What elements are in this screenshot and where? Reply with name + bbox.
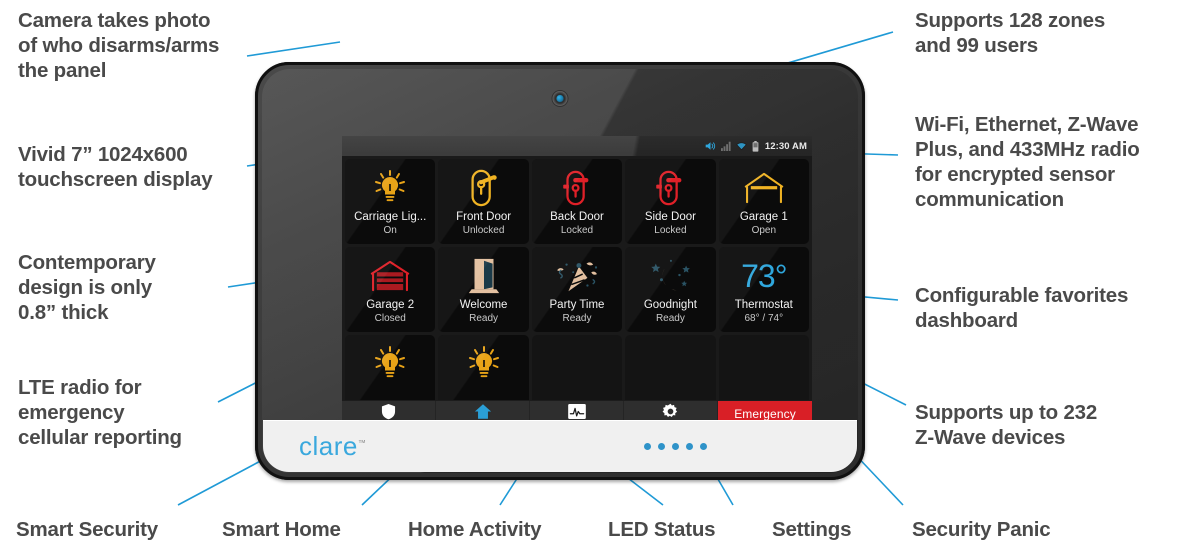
led-dot — [700, 442, 707, 450]
crescent-moon-icon — [648, 255, 692, 297]
tile-back-door[interactable]: Back Door Locked — [531, 159, 623, 244]
callout-smart-home: Smart Home — [222, 518, 341, 541]
party-popper-icon — [555, 255, 599, 297]
callout-settings: Settings — [772, 518, 852, 541]
tile-state: Locked — [654, 224, 687, 236]
lock-locked-icon — [654, 167, 686, 209]
callout-radios: Wi-Fi, Ethernet, Z-Wave Plus, and 433MHz… — [915, 113, 1140, 211]
tile-label: Side Door — [644, 210, 696, 223]
tile-state: Closed — [374, 312, 406, 324]
tile-label: Front Door — [456, 210, 512, 223]
tile-carriage-light[interactable]: Carriage Lig... On — [345, 159, 436, 244]
tile-label: Carriage Lig... — [354, 210, 427, 223]
callout-smart-security: Smart Security — [16, 518, 158, 541]
tile-welcome[interactable]: Welcome Ready — [438, 247, 529, 332]
infographic-stage: Camera takes photo of who disarms/arms t… — [0, 0, 1200, 560]
led-dot — [644, 442, 651, 450]
tile-state: Open — [751, 224, 777, 236]
garage-closed-icon — [369, 255, 411, 297]
callout-design: Contemporary design is only 0.8” thick — [18, 251, 156, 324]
callout-zwave-devices: Supports up to 232 Z-Wave devices — [915, 401, 1098, 449]
tile-label: Back Door — [550, 210, 604, 223]
camera-icon — [552, 91, 568, 106]
favorites-dashboard-grid: Carriage Lig... On Front Door Unlocked B… — [342, 156, 812, 423]
wifi-icon — [735, 141, 747, 151]
tile-label: Garage 2 — [366, 298, 415, 311]
callout-security-panic: Security Panic — [912, 518, 1051, 541]
callout-home-activity: Home Activity — [408, 518, 542, 541]
tile-state: 68° / 74° — [744, 312, 784, 324]
callout-lte: LTE radio for emergency cellular reporti… — [18, 376, 182, 449]
callout-favorites: Configurable favorites dashboard — [915, 284, 1129, 332]
tile-state: Ready — [655, 312, 685, 324]
lightbulb-icon — [373, 343, 407, 385]
callout-led-status: LED Status — [608, 518, 716, 541]
clare-logo: clare™ — [299, 431, 366, 462]
tile-front-door[interactable]: Front Door Unlocked — [438, 159, 529, 244]
led-dot — [686, 442, 693, 450]
open-door-icon — [467, 255, 501, 297]
camera-lens-dot — [556, 95, 564, 102]
tile-state: Ready — [562, 312, 592, 324]
tile-garage-2[interactable]: Garage 2 Closed — [345, 247, 436, 332]
clare-wordmark: clare — [299, 430, 358, 461]
tile-state: Unlocked — [462, 224, 505, 236]
callout-zones-users: Supports 128 zones and 99 users — [915, 9, 1106, 57]
thermostat-value: 73° — [741, 257, 787, 294]
callout-display: Vivid 7” 1024x600 touchscreen display — [18, 143, 213, 191]
tile-state: On — [383, 224, 397, 236]
led-dot — [658, 442, 665, 450]
tile-label: Welcome — [459, 298, 508, 311]
tile-state: Ready — [469, 312, 499, 324]
clare-touch-panel: 12:30 AM Carriage Lig... On Front Door U… — [255, 62, 865, 480]
callout-camera-photo: Camera takes photo of who disarms/arms t… — [18, 9, 220, 82]
lightbulb-icon — [373, 167, 407, 209]
tablet-bezel: 12:30 AM Carriage Lig... On Front Door U… — [262, 69, 858, 473]
signal-icon — [720, 141, 731, 151]
tile-label: Thermostat — [734, 298, 793, 311]
tile-state: Locked — [560, 224, 594, 236]
lock-unlocked-icon — [468, 167, 500, 209]
trademark-symbol: ™ — [357, 437, 367, 447]
led-status-indicators — [644, 442, 707, 450]
tile-label: Party Time — [549, 298, 605, 311]
status-bar: 12:30 AM — [342, 136, 812, 156]
tile-garage-1[interactable]: Garage 1 Open — [718, 159, 809, 244]
emergency-label: Emergency — [734, 406, 796, 421]
touchscreen-display[interactable]: 12:30 AM Carriage Lig... On Front Door U… — [342, 136, 812, 426]
lightbulb-icon — [467, 343, 501, 385]
status-bar-time: 12:30 AM — [764, 140, 807, 152]
tile-goodnight[interactable]: Goodnight Ready — [625, 247, 716, 332]
lock-locked-icon — [561, 167, 593, 209]
garage-open-icon — [743, 167, 785, 209]
led-dot — [672, 442, 679, 450]
tile-party-time[interactable]: Party Time Ready — [531, 247, 623, 332]
volume-icon — [705, 141, 716, 151]
tile-side-door[interactable]: Side Door Locked — [625, 159, 716, 244]
thermostat-temperature: 73° — [741, 255, 787, 297]
device-chin: clare™ — [263, 420, 857, 472]
tile-label: Goodnight — [643, 298, 697, 311]
tile-thermostat[interactable]: 73° Thermostat 68° / 74° — [718, 247, 809, 332]
battery-icon — [752, 140, 759, 152]
tile-label: Garage 1 — [739, 210, 788, 223]
